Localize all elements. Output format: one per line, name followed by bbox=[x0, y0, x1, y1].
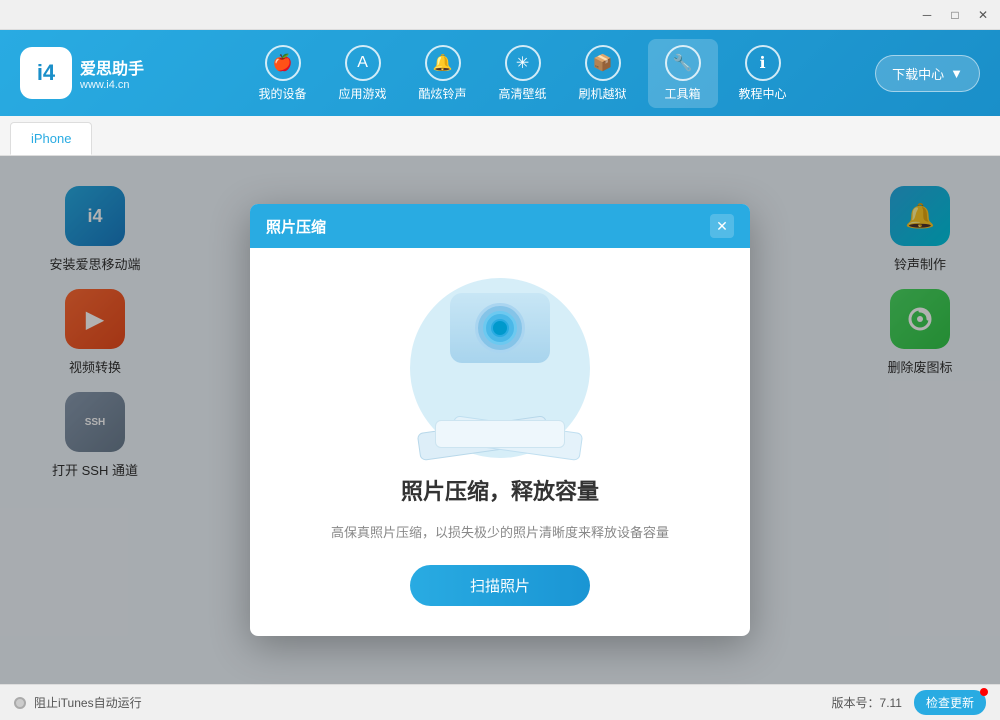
modal-body: 照片压缩，释放容量 高保真照片压缩，以损失极少的照片清晰度来释放设备容量 扫描照… bbox=[250, 248, 750, 636]
modal-header: 照片压缩 ✕ bbox=[250, 204, 750, 248]
status-bar: 阻止iTunes自动运行 版本号：7.11 检查更新 bbox=[0, 684, 1000, 720]
update-notification-dot bbox=[980, 688, 988, 696]
modal-close-button[interactable]: ✕ bbox=[710, 214, 734, 238]
camera-lens-mid bbox=[483, 311, 517, 345]
toolbox-icon: 🔧 bbox=[665, 45, 701, 81]
version-label: 版本号：7.11 bbox=[832, 694, 902, 711]
nav-jailbreak[interactable]: 📦 刷机越狱 bbox=[568, 39, 638, 108]
title-bar: ─ □ ✕ bbox=[0, 0, 1000, 30]
camera-lens-outer bbox=[475, 303, 525, 353]
check-update-button[interactable]: 检查更新 bbox=[914, 690, 986, 715]
my-device-label: 我的设备 bbox=[259, 85, 307, 102]
main-content: i4 安装爱思移动端 ▶ 视频转换 SSH 打开 SSH 通道 🔔 铃声制作 bbox=[0, 156, 1000, 684]
brand-url: www.i4.cn bbox=[80, 79, 144, 91]
download-arrow-icon: ▼ bbox=[950, 66, 963, 81]
nav-tutorials[interactable]: ℹ 教程中心 bbox=[728, 39, 798, 108]
modal-main-title: 照片压缩，释放容量 bbox=[401, 474, 599, 506]
photo-compress-modal: 照片压缩 ✕ bbox=[250, 204, 750, 636]
apps-label: 应用游戏 bbox=[339, 85, 387, 102]
header: i4 爱思助手 www.i4.cn 🍎 我的设备 A 应用游戏 🔔 酷炫铃声 ✳… bbox=[0, 30, 1000, 116]
minimize-button[interactable]: ─ bbox=[914, 5, 940, 25]
close-button[interactable]: ✕ bbox=[970, 5, 996, 25]
jailbreak-icon: 📦 bbox=[585, 45, 621, 81]
brand-name: 爱思助手 bbox=[80, 55, 144, 79]
nav-apps[interactable]: A 应用游戏 bbox=[328, 39, 398, 108]
logo-area: i4 爱思助手 www.i4.cn bbox=[20, 47, 150, 99]
nav-toolbox[interactable]: 🔧 工具箱 bbox=[648, 39, 718, 108]
toolbox-label: 工具箱 bbox=[665, 85, 701, 102]
nav-my-device[interactable]: 🍎 我的设备 bbox=[248, 39, 318, 108]
statusbar-right: 版本号：7.11 检查更新 bbox=[832, 690, 986, 715]
logo-text: 爱思助手 www.i4.cn bbox=[80, 55, 144, 91]
modal-title: 照片压缩 bbox=[266, 216, 326, 237]
ringtones-icon: 🔔 bbox=[425, 45, 461, 81]
download-center-button[interactable]: 下载中心 ▼ bbox=[875, 55, 980, 92]
scan-photos-button[interactable]: 扫描照片 bbox=[410, 565, 590, 606]
apps-icon: A bbox=[345, 45, 381, 81]
jailbreak-label: 刷机越狱 bbox=[579, 85, 627, 102]
my-device-icon: 🍎 bbox=[265, 45, 301, 81]
tutorials-icon: ℹ bbox=[745, 45, 781, 81]
logo-icon: i4 bbox=[20, 47, 72, 99]
nav-wallpaper[interactable]: ✳ 高清壁纸 bbox=[488, 39, 558, 108]
ringtones-label: 酷炫铃声 bbox=[419, 85, 467, 102]
maximize-button[interactable]: □ bbox=[942, 5, 968, 25]
modal-subtitle: 高保真照片压缩，以损失极少的照片清晰度来释放设备容量 bbox=[331, 522, 669, 541]
wallpaper-label: 高清壁纸 bbox=[499, 85, 547, 102]
itunes-status-text: 阻止iTunes自动运行 bbox=[34, 694, 142, 711]
camera-illustration bbox=[400, 278, 600, 458]
nav-bar: 🍎 我的设备 A 应用游戏 🔔 酷炫铃声 ✳ 高清壁纸 📦 刷机越狱 🔧 工具箱… bbox=[180, 39, 865, 108]
nav-ringtones[interactable]: 🔔 酷炫铃声 bbox=[408, 39, 478, 108]
itunes-dot-icon bbox=[14, 697, 26, 709]
tab-bar: iPhone bbox=[0, 116, 1000, 156]
modal-overlay: 照片压缩 ✕ bbox=[0, 156, 1000, 684]
tab-iphone[interactable]: iPhone bbox=[10, 122, 92, 155]
tutorials-label: 教程中心 bbox=[739, 85, 787, 102]
wallpaper-icon: ✳ bbox=[505, 45, 541, 81]
camera-lens-inner bbox=[491, 319, 509, 337]
camera-body bbox=[450, 293, 550, 363]
statusbar-left: 阻止iTunes自动运行 bbox=[14, 694, 142, 711]
